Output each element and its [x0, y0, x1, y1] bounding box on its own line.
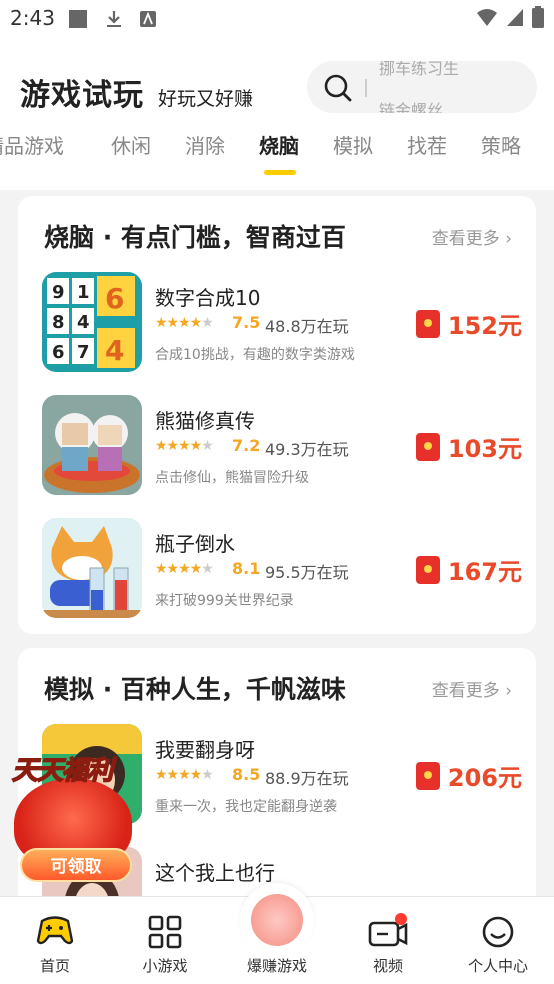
search-icon — [323, 73, 353, 107]
tab-puzzle[interactable]: 烧脑 — [259, 130, 299, 159]
game-item[interactable]: 熊猫修真传 ★★★★★ 7.2 49.3万在玩 点击修仙，熊猫冒险升级 103元 — [42, 395, 522, 495]
game-description: 重来一次，我也定能翻身逆袭 — [155, 799, 337, 815]
rating-score: 7.2 — [232, 436, 261, 455]
tab-simulation[interactable]: 模拟 — [333, 130, 373, 159]
tab-strategy[interactable]: 策略 — [481, 130, 521, 159]
signal-icon — [506, 7, 524, 31]
svg-text:4: 4 — [105, 334, 124, 367]
bottom-nav: 首页 小游戏 爆赚游戏 视频 个人中心 — [0, 883, 554, 984]
view-more-link[interactable]: 查看更多 › — [432, 676, 512, 701]
category-tabs: 精品游戏 休闲 消除 烧脑 模拟 找茬 策略 — [0, 128, 554, 178]
svg-text:9: 9 — [52, 282, 65, 303]
search-divider — [365, 79, 367, 97]
rating-stars: ★★★★★ — [155, 438, 214, 454]
download-icon — [104, 9, 124, 29]
svg-text:7: 7 — [77, 342, 90, 363]
rating-score: 8.5 — [232, 765, 261, 784]
svg-text:4: 4 — [77, 312, 90, 333]
rating-stars: ★★★★★ — [155, 767, 214, 783]
svg-text:6: 6 — [105, 282, 124, 315]
game-icon — [42, 395, 142, 495]
nav-home[interactable]: 首页 — [0, 897, 110, 984]
game-item[interactable]: 91 84 67 6 4 数字合成10 ★★★★★ 7.5 48.8万在玩 合成… — [42, 272, 522, 372]
header: 游戏试玩 好玩又好赚 挪车练习生 链金螺丝 精品游戏 休闲 消除 烧脑 模拟 找… — [0, 40, 554, 190]
nav-video[interactable]: 视频 — [333, 897, 443, 984]
floater-title: 天天福利 — [11, 750, 114, 787]
smiley-icon — [481, 915, 515, 953]
rating-score: 8.1 — [232, 559, 261, 578]
page-title: 游戏试玩 — [20, 78, 144, 113]
status-bar: 2:43 — [0, 0, 554, 40]
game-name: 熊猫修真传 — [155, 409, 255, 433]
reward-amount: 167元 — [447, 558, 522, 586]
game-item[interactable]: 瓶子倒水 ★★★★★ 8.1 95.5万在玩 来打破999关世界纪录 167元 — [42, 518, 522, 618]
tab-featured[interactable]: 精品游戏 — [0, 130, 64, 159]
reward: 167元 — [415, 552, 522, 587]
battery-icon — [532, 6, 544, 32]
rating-stars: ★★★★★ — [155, 561, 214, 577]
nav-label: 视频 — [372, 957, 403, 975]
grid-icon — [148, 915, 182, 953]
tab-casual[interactable]: 休闲 — [111, 130, 151, 159]
nav-hot-games[interactable]: 爆赚游戏 — [222, 883, 332, 984]
reward: 206元 — [415, 758, 522, 793]
rating-score: 7.5 — [232, 313, 261, 332]
daily-welfare-float[interactable]: 天天福利 可领取 — [8, 750, 140, 882]
view-more-link[interactable]: 查看更多 › — [432, 224, 512, 249]
active-tab-indicator — [264, 170, 296, 175]
nav-mini-games[interactable]: 小游戏 — [110, 897, 220, 984]
nav-label: 个人中心 — [467, 957, 528, 975]
svg-text:1: 1 — [77, 282, 90, 303]
section-card-puzzle: 烧脑 · 有点门槛，智商过百 查看更多 › 91 84 67 6 4 数字合成1… — [18, 196, 536, 634]
section-title: 模拟 · 百种人生，千帆滋味 — [44, 675, 346, 704]
game-name: 我要翻身呀 — [155, 738, 255, 762]
red-packet-icon — [415, 309, 440, 338]
reward-amount: 152元 — [447, 312, 522, 340]
search-hint: 链金螺丝 — [379, 101, 444, 113]
nav-label: 首页 — [39, 957, 70, 975]
search-hint: 挪车练习生 — [379, 61, 460, 78]
reward-amount: 206元 — [447, 764, 522, 792]
nav-profile[interactable]: 个人中心 — [443, 897, 553, 984]
reward: 152元 — [415, 306, 522, 341]
game-name: 这个我上也行 — [155, 861, 275, 885]
tab-spot-difference[interactable]: 找茬 — [407, 130, 447, 159]
app-notification-icon — [138, 9, 158, 29]
game-description: 点击修仙，熊猫冒险升级 — [155, 470, 309, 486]
hot-games-button — [240, 883, 314, 957]
rating-stars: ★★★★★ — [155, 315, 214, 331]
player-count: 48.8万在玩 — [265, 317, 349, 336]
reward-amount: 103元 — [447, 435, 522, 463]
claim-button[interactable]: 可领取 — [20, 848, 132, 882]
svg-text:8: 8 — [52, 312, 65, 333]
game-name: 数字合成10 — [155, 286, 261, 310]
game-description: 合成10挑战，有趣的数字类游戏 — [155, 347, 355, 363]
notification-dot — [395, 913, 407, 925]
page-subtitle: 好玩又好赚 — [158, 88, 254, 110]
section-title: 烧脑 · 有点门槛，智商过百 — [44, 223, 346, 252]
nav-label: 爆赚游戏 — [246, 957, 307, 975]
game-description: 来打破999关世界纪录 — [155, 593, 294, 609]
svg-text:6: 6 — [52, 342, 65, 363]
tab-match[interactable]: 消除 — [185, 130, 225, 159]
floater-title-a: 天天 — [11, 755, 64, 787]
red-packet-icon — [415, 555, 440, 584]
search-bar[interactable]: 挪车练习生 链金螺丝 — [307, 61, 537, 113]
game-name: 瓶子倒水 — [155, 532, 235, 556]
wifi-icon — [476, 7, 498, 31]
status-time: 2:43 — [10, 6, 55, 30]
player-count: 49.3万在玩 — [265, 440, 349, 459]
red-packet-icon — [415, 432, 440, 461]
red-packet-icon — [415, 761, 440, 790]
player-count: 88.9万在玩 — [265, 769, 349, 788]
floater-title-b: 福利 — [61, 755, 114, 787]
game-icon — [42, 518, 142, 618]
notification-app-icon — [68, 9, 88, 29]
reward: 103元 — [415, 429, 522, 464]
money-icon — [251, 894, 303, 946]
gamepad-icon — [36, 915, 74, 951]
player-count: 95.5万在玩 — [265, 563, 349, 582]
nav-label: 小游戏 — [142, 957, 188, 975]
game-icon: 91 84 67 6 4 — [42, 272, 142, 372]
